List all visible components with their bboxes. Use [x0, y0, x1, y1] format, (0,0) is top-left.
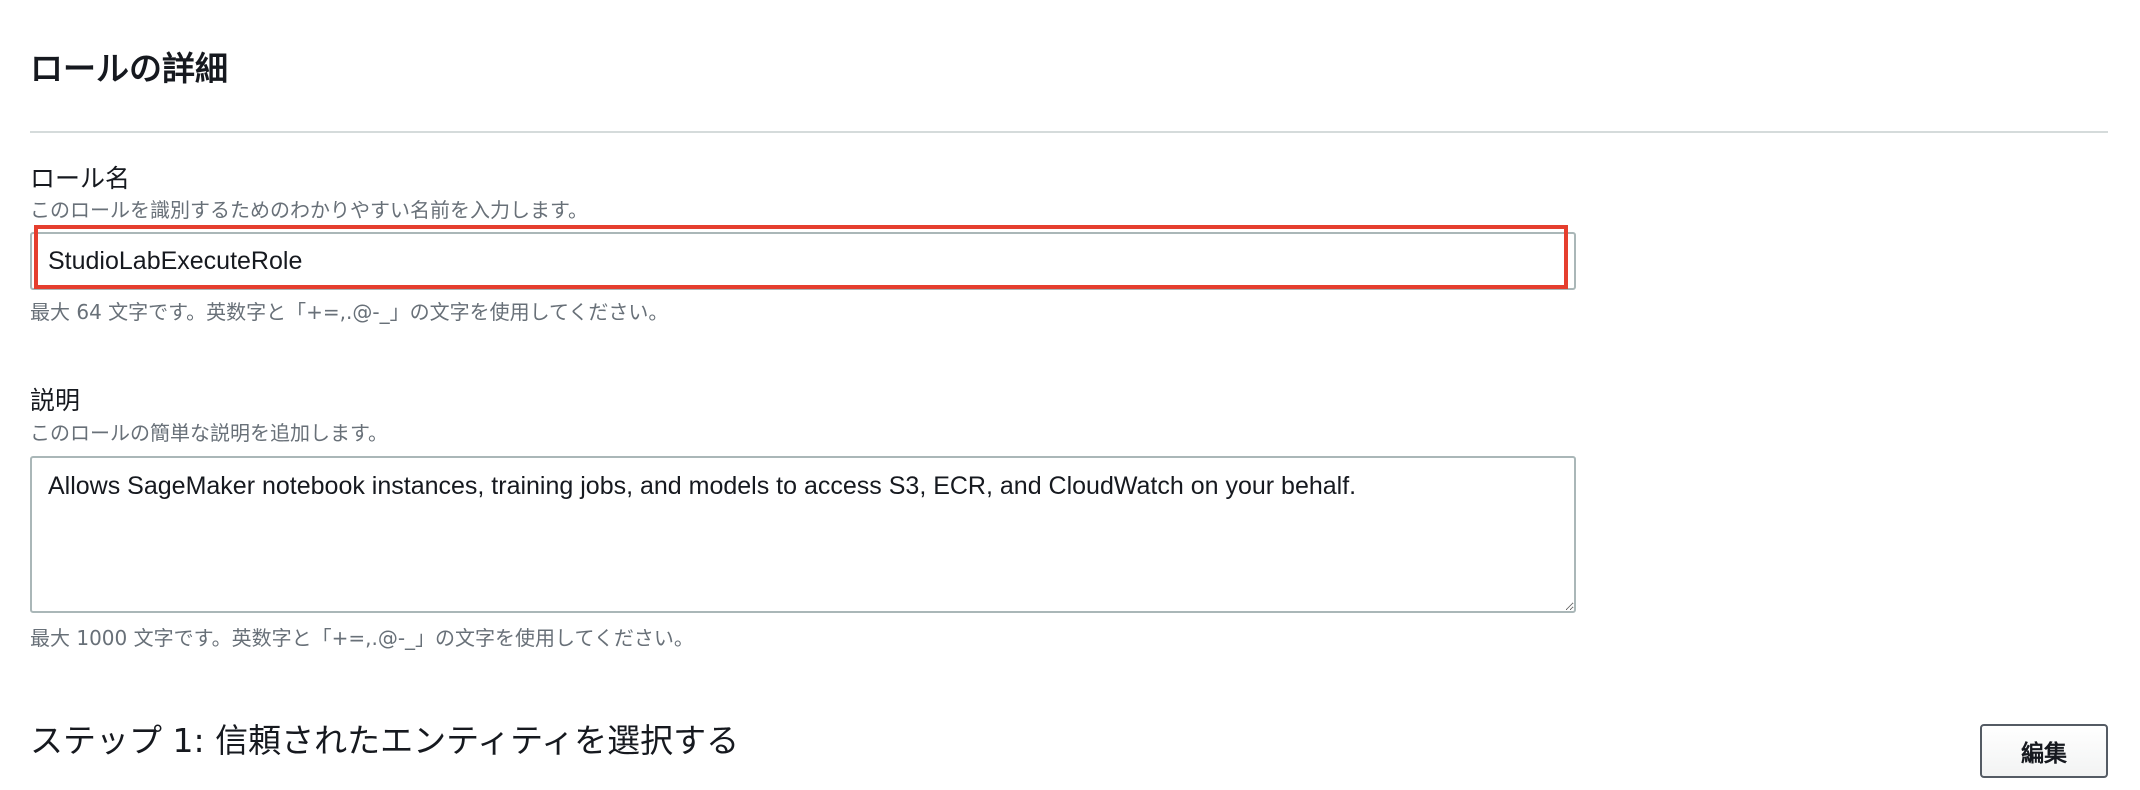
description-label: 説明: [30, 386, 81, 415]
role-details-page: ロールの詳細 ロール名 このロールを識別するためのわかりやすい名前を入力します。…: [0, 0, 2140, 790]
role-name-hint: 最大 64 文字です。英数字と「+=,.@-_」の文字を使用してください。: [30, 300, 669, 324]
step1-title: ステップ 1: 信頼されたエンティティを選択する: [30, 721, 740, 760]
section-title: ロールの詳細: [30, 49, 228, 88]
description-description: このロールの簡単な説明を追加します。: [30, 421, 388, 445]
description-hint: 最大 1000 文字です。英数字と「+=,.@-_」の文字を使用してください。: [30, 626, 694, 650]
description-textarea[interactable]: [30, 456, 1576, 613]
role-name-description: このロールを識別するためのわかりやすい名前を入力します。: [30, 198, 588, 222]
section-divider: [30, 131, 2108, 133]
role-name-input[interactable]: [30, 232, 1576, 290]
edit-button[interactable]: 編集: [1980, 724, 2108, 778]
role-name-label: ロール名: [30, 164, 131, 193]
